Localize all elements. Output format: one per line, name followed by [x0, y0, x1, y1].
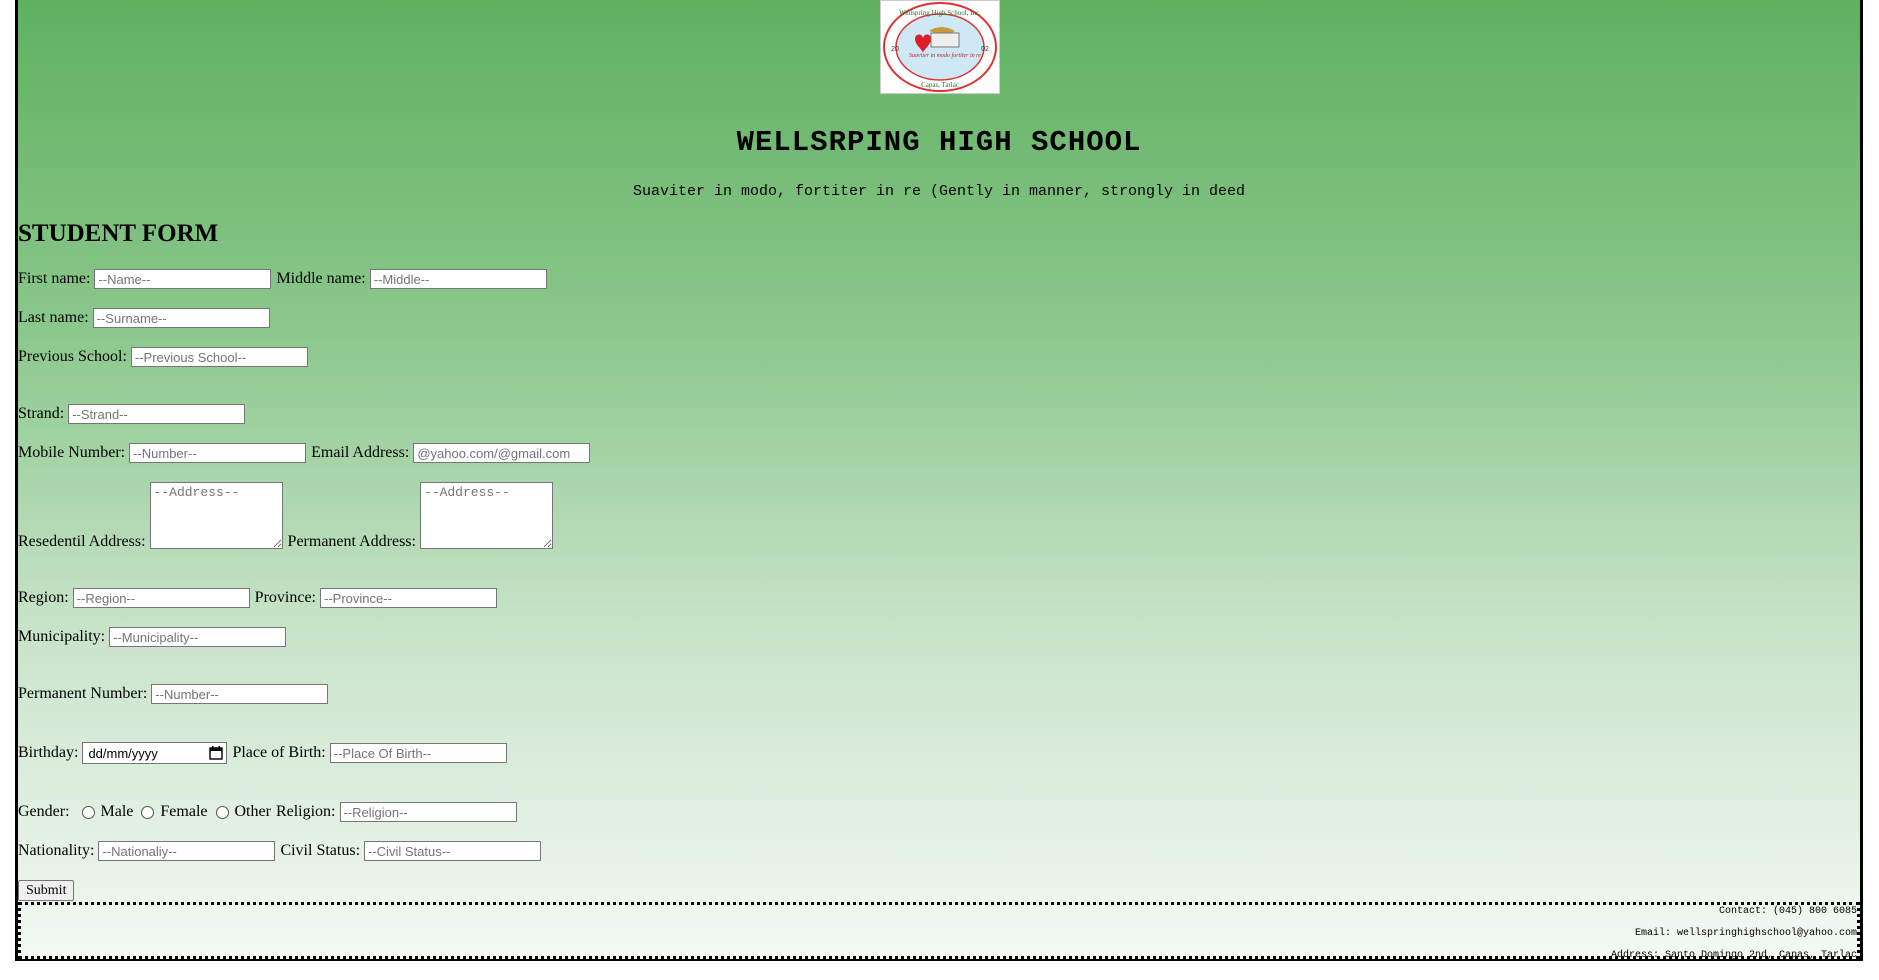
birthday-date-input[interactable]: dd/mm/yyyy [82, 742, 228, 764]
province-input[interactable] [320, 588, 497, 608]
gender-row: Gender: Male Female Other Religion: [18, 802, 517, 822]
email-address-label: Email Address: [311, 444, 410, 461]
civil-status-label: Civil Status: [280, 842, 361, 859]
submit-button[interactable]: Submit [18, 880, 75, 901]
logo-arc-text: Wellspring High School, Inc. [899, 9, 981, 17]
municipality-input[interactable] [109, 627, 287, 647]
gender-male-label: Male [100, 803, 134, 820]
strand-row: Strand: [18, 404, 246, 424]
gender-male-radio[interactable] [81, 805, 95, 819]
place-of-birth-input[interactable] [329, 743, 507, 763]
address-row: Resedentil Address: Permanent Address: [18, 482, 553, 550]
book-icon [930, 32, 960, 48]
middle-name-input[interactable] [369, 269, 547, 289]
nationality-input[interactable] [98, 841, 276, 861]
previous-school-label: Previous School: [18, 348, 127, 365]
footer-address: Address: Santo Domingo 2nd, Capas, Tarla… [1610, 950, 1857, 961]
permanent-number-row: Permanent Number: [18, 684, 329, 704]
logo-motto: Suaviter in modo fortiter in re [909, 52, 981, 59]
place-of-birth-label: Place of Birth: [232, 744, 326, 761]
previous-school-row: Previous School: [18, 347, 308, 367]
gender-label: Gender: [18, 803, 70, 820]
permanent-address-input[interactable] [419, 482, 553, 549]
municipality-label: Municipality: [18, 628, 106, 645]
residential-address-input[interactable] [149, 482, 283, 549]
first-name-label: First name: [18, 270, 91, 287]
residential-address-label: Resedentil Address: [18, 533, 146, 550]
permanent-address-label: Permanent Address: [287, 533, 416, 550]
school-name: WELLSRPING HIGH SCHOOL [736, 126, 1142, 159]
last-name-label: Last name: [18, 309, 89, 326]
gender-female-radio[interactable] [141, 805, 155, 819]
strand-label: Strand: [18, 405, 65, 422]
footer: Contact: (045) 800 6085 Email: wellsprin… [18, 902, 1860, 961]
gender-other-label: Other [234, 803, 271, 820]
region-label: Region: [18, 589, 69, 606]
gender-female-label: Female [160, 803, 208, 820]
mobile-number-input[interactable] [129, 443, 307, 463]
region-input[interactable] [72, 588, 250, 608]
last-name-input[interactable] [92, 308, 270, 328]
contact-row: Mobile Number: Email Address: [18, 443, 591, 463]
calendar-icon[interactable] [209, 746, 224, 760]
permanent-number-label: Permanent Number: [18, 685, 148, 702]
logo-year-right: 02 [981, 46, 989, 53]
page-container: Wellspring High School, Inc. 20 02 Suavi… [15, 0, 1863, 961]
nationality-label: Nationality: [18, 842, 95, 859]
email-address-input[interactable] [413, 443, 591, 463]
first-name-input[interactable] [94, 269, 272, 289]
religion-label: Religion: [275, 803, 336, 820]
birth-row: Birthday: dd/mm/yyyy Place of Birth: [18, 742, 507, 764]
nationality-row: Nationality: Civil Status: [18, 841, 542, 861]
footer-contact: Contact: (045) 800 6085 [1718, 906, 1857, 917]
strand-input[interactable] [68, 404, 246, 424]
school-motto: Suaviter in modo, fortiter in re (Gently… [632, 183, 1246, 200]
name-row: First name: Middle name: [18, 269, 547, 289]
gender-other-radio[interactable] [215, 805, 229, 819]
previous-school-input[interactable] [130, 347, 308, 367]
province-label: Province: [254, 589, 316, 606]
permanent-number-input[interactable] [151, 684, 329, 704]
mobile-number-label: Mobile Number: [18, 444, 126, 461]
logo-location: Capas, Tarlac [921, 81, 959, 89]
last-name-row: Last name: [18, 308, 270, 328]
civil-status-input[interactable] [364, 841, 542, 861]
birthday-label: Birthday: [18, 744, 79, 761]
municipality-row: Municipality: [18, 627, 287, 647]
religion-input[interactable] [339, 802, 517, 822]
footer-email: Email: wellspringhighschool@yahoo.com [1634, 928, 1857, 939]
region-row: Region: Province: [18, 588, 497, 608]
logo-year-left: 20 [891, 46, 899, 53]
birthday-date-value: dd/mm/yyyy [88, 745, 158, 761]
form-heading: STUDENT FORM [18, 220, 219, 247]
school-logo: Wellspring High School, Inc. 20 02 Suavi… [880, 0, 1000, 94]
middle-name-label: Middle name: [276, 270, 366, 287]
